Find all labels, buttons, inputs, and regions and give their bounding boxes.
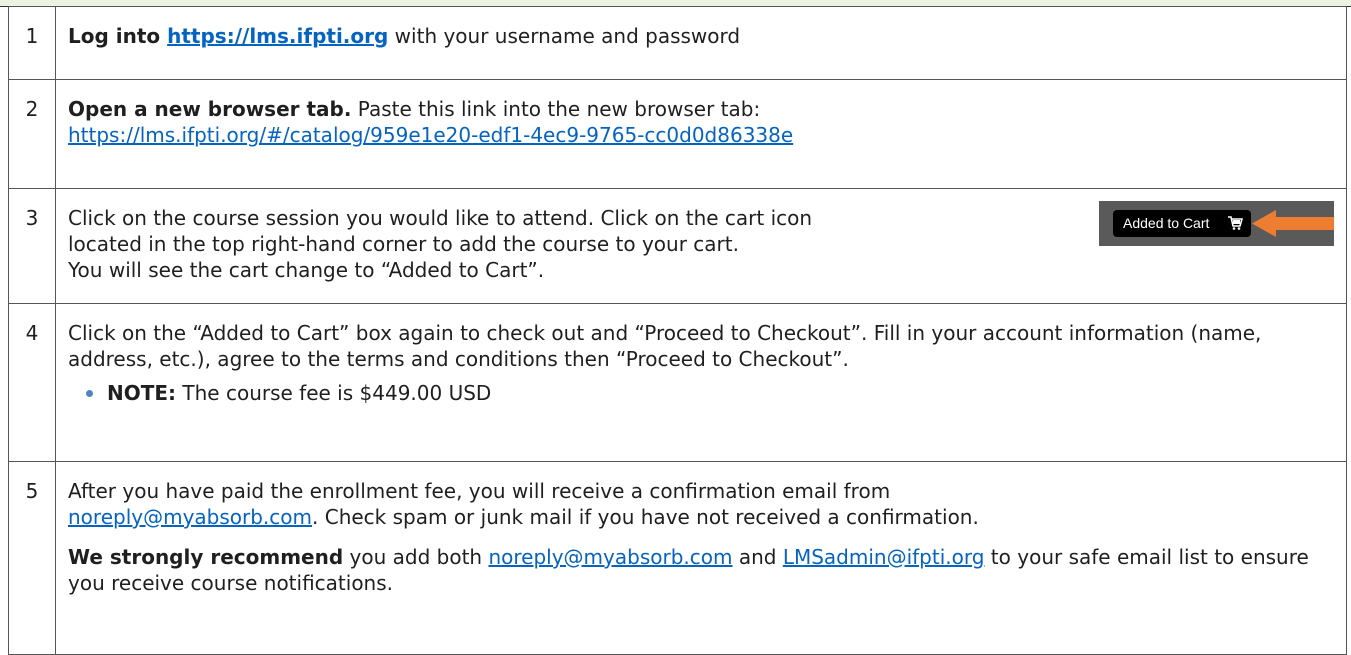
left-arrow-icon [1252,210,1334,237]
step-content: Open a new browser tab. Paste this link … [55,79,1347,189]
step-number: 3 [8,188,56,304]
step-row: 1 Log into https://lms.ifpti.org with yo… [8,6,1347,80]
step-number: 1 [8,6,56,80]
step-bold-lead: Log into [68,24,168,48]
noreply-email-link[interactable]: noreply@myabsorb.com [488,545,732,569]
step-text: Paste this link into the new browser tab… [351,97,761,121]
step-content: After you have paid the enrollment fee, … [55,461,1347,655]
lmsadmin-email-link[interactable]: LMSadmin@ifpti.org [783,545,985,569]
added-to-cart-label: Added to Cart [1123,215,1210,231]
step-text: you add both [343,545,489,569]
note-label: NOTE: [107,381,177,405]
recommendation-paragraph: We strongly recommend you add both norep… [68,544,1334,596]
step-text: Click on the “Added to Cart” box again t… [68,321,1262,371]
step-text: After you have paid the enrollment fee, … [68,479,891,503]
noreply-email-link[interactable]: noreply@myabsorb.com [68,505,312,529]
recommend-bold: We strongly recommend [68,545,344,569]
step-bold-lead: Open a new browser tab. [68,97,352,121]
step-content: Click on the “Added to Cart” box again t… [55,303,1347,462]
cart-screenshot: Added to Cart [1099,201,1334,246]
step-text: with your username and password [388,24,741,48]
step-text: . Check spam or junk mail if you have no… [312,505,979,529]
step-number: 5 [8,461,56,655]
steps-table: 1 Log into https://lms.ifpti.org with yo… [8,6,1347,655]
catalog-link[interactable]: https://lms.ifpti.org/#/catalog/959e1e20… [68,122,1334,148]
note-bullet: NOTE: The course fee is $449.00 USD [68,380,1334,406]
bullet-dot-icon [86,390,93,397]
step-content: Log into https://lms.ifpti.org with your… [55,6,1347,80]
step-text: and [732,545,783,569]
step-row: 3 Click on the course session you would … [8,188,1347,304]
step-row: 5 After you have paid the enrollment fee… [8,461,1347,655]
note-text: The course fee is $449.00 USD [176,381,492,405]
shopping-cart-icon [1228,216,1243,230]
lms-link[interactable]: https://lms.ifpti.org [167,24,388,48]
step-row: 2 Open a new browser tab. Paste this lin… [8,79,1347,189]
step-content: Click on the course session you would li… [55,188,1347,304]
step-row: 4 Click on the “Added to Cart” box again… [8,303,1347,462]
step-text-line-3: You will see the cart change to “Added t… [68,258,545,282]
step-number: 2 [8,79,56,189]
added-to-cart-button: Added to Cart [1113,210,1251,237]
step-number: 4 [8,303,56,462]
